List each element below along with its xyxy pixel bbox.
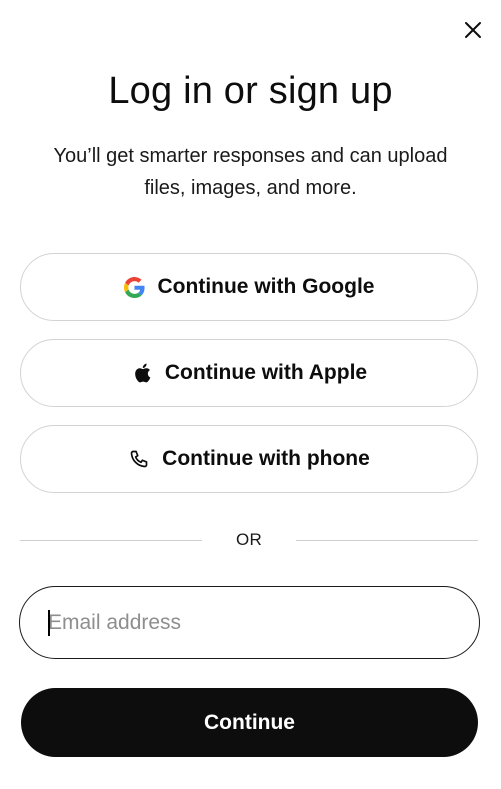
phone-button-label: Continue with phone [162,447,370,470]
apple-button-label: Continue with Apple [164,361,368,384]
close-icon [464,21,482,42]
divider-line-left [20,539,202,541]
page-title: Log in or sign up [108,70,393,112]
email-input[interactable] [19,586,480,659]
subtitle: You’ll get smarter responses and can upl… [53,145,448,199]
or-label: OR [235,530,263,549]
continue-button[interactable]: Continue [21,688,478,757]
phone-icon [128,448,150,470]
close-button[interactable] [461,19,485,43]
continue-with-phone-button[interactable]: Continue with phone [20,425,478,493]
or-divider: OR [20,528,479,552]
apple-icon [131,362,153,384]
google-icon [124,276,146,298]
text-caret [48,610,50,636]
continue-with-apple-button[interactable]: Continue with Apple [20,339,478,407]
continue-with-google-button[interactable]: Continue with Google [20,253,478,321]
google-button-label: Continue with Google [157,275,375,298]
divider-line-right [296,539,479,541]
